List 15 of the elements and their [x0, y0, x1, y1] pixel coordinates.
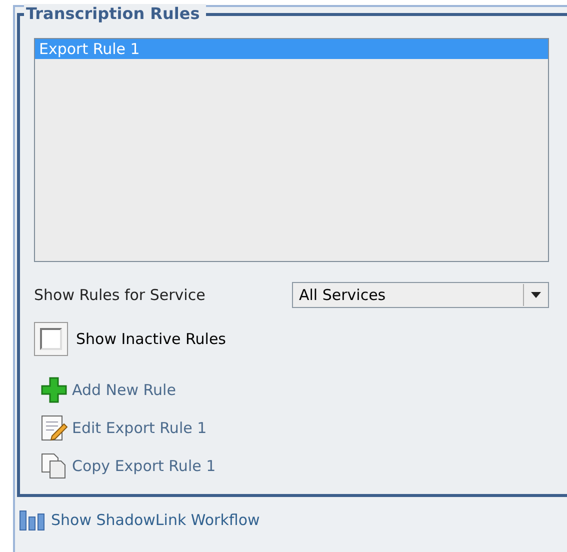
panel-title: Transcription Rules [24, 4, 206, 23]
rule-item[interactable]: Export Rule 1 [35, 39, 548, 59]
edit-icon [40, 414, 68, 442]
service-label: Show Rules for Service [34, 286, 206, 304]
workflow-icon [19, 509, 45, 531]
rules-list[interactable]: Export Rule 1 [34, 38, 549, 262]
action-link[interactable]: Copy Export Rule 1 [72, 457, 216, 475]
inactive-label: Show Inactive Rules [76, 330, 226, 348]
workflow-link[interactable]: Show ShadowLink Workflow [51, 511, 260, 529]
action-link[interactable]: Edit Export Rule 1 [72, 419, 207, 437]
action-link[interactable]: Add New Rule [72, 381, 176, 399]
copy-icon [40, 452, 68, 480]
service-dropdown[interactable]: All Services [292, 282, 549, 308]
plus-icon [40, 376, 68, 404]
dropdown-arrow-icon [531, 292, 541, 298]
